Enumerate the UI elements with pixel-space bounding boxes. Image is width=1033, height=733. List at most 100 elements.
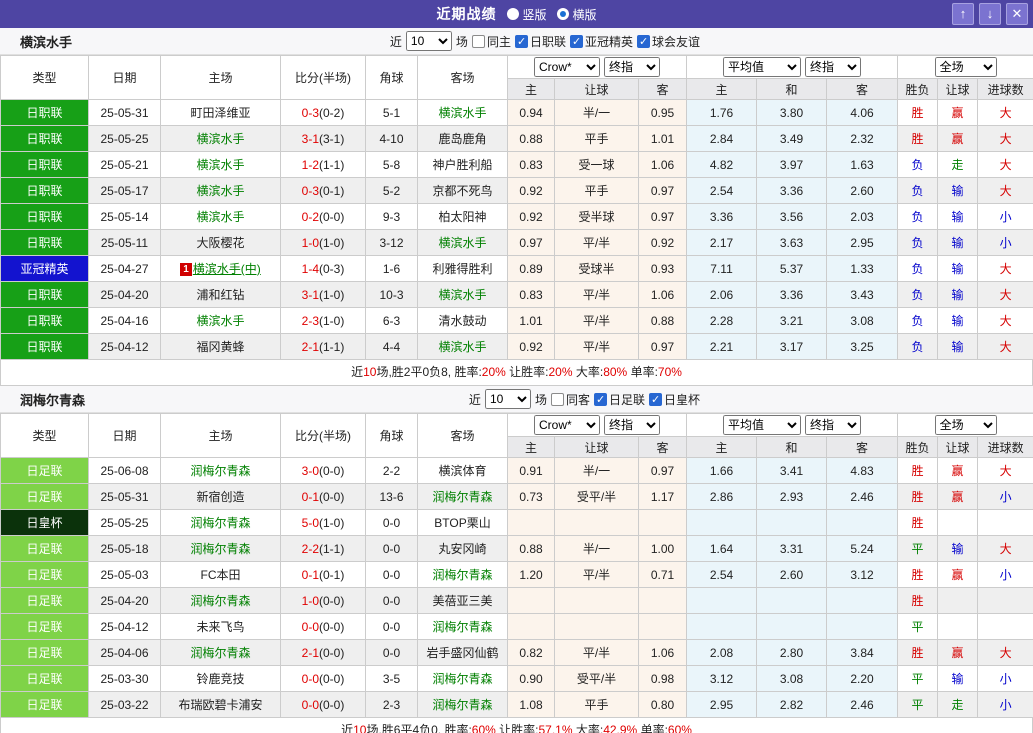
- corners-cell: 5-8: [365, 151, 418, 178]
- layout-radio-horizontal[interactable]: 横版: [556, 6, 597, 23]
- halftime-score: (1-1): [319, 541, 345, 556]
- filter-checkbox[interactable]: 日职联: [514, 33, 566, 50]
- away-team-cell: 美蓓亚三美: [417, 587, 508, 614]
- result-handicap: 输: [937, 255, 979, 282]
- date-cell: 25-05-25: [88, 509, 161, 536]
- final-odds-select[interactable]: 终指: [604, 415, 661, 435]
- result-outcome: 胜: [897, 483, 939, 510]
- away-team-cell: 横滨水手: [417, 99, 508, 126]
- odds-handicap: 半/一: [554, 535, 639, 562]
- result-goals: 小: [977, 665, 1033, 692]
- result-goals: [977, 587, 1033, 614]
- halftime-score: (0-0): [319, 645, 345, 660]
- avg-draw: 3.08: [756, 665, 828, 692]
- avg-draw: 5.37: [756, 255, 828, 282]
- avg-away: 1.63: [826, 151, 899, 178]
- filter-checkbox[interactable]: 亚冠精英: [569, 33, 633, 50]
- odds-home: 0.97: [507, 229, 555, 256]
- odds-home: 1.01: [507, 307, 555, 334]
- score-cell: 0-2(0-0): [280, 203, 366, 230]
- avg-draw: 3.17: [756, 333, 828, 360]
- average-select[interactable]: 平均值: [723, 57, 802, 77]
- league-type-cell: 日职联: [0, 203, 89, 230]
- score-cell: 0-0(0-0): [280, 613, 366, 640]
- summary-segment: 近: [341, 723, 354, 733]
- column-header: 角球: [365, 55, 418, 100]
- summary-segment: 60%: [471, 723, 496, 733]
- move-up-button[interactable]: ↑: [952, 3, 974, 25]
- team-label: 岩手盛冈仙鹤: [426, 646, 499, 660]
- odds-home: 0.88: [507, 125, 555, 152]
- filter-checkbox[interactable]: 同客: [550, 391, 590, 408]
- match-row: 日职联 25-05-11 大阪樱花 1-0(1-0) 3-12 横滨水手 0.97 平/半 0.…: [0, 229, 1033, 256]
- match-row: 日职联 25-05-21 横滨水手 1-2(1-1) 5-8 神户胜利船 0.83 受一球 1.…: [0, 151, 1033, 178]
- match-row: 日皇杯 25-05-25 润梅尔青森 5-0(1-0) 0-0 BTOP栗山胜: [0, 509, 1033, 536]
- checkbox-checked-icon: [648, 392, 662, 406]
- odds-source-select[interactable]: Crow*: [534, 57, 601, 77]
- result-outcome: 平: [897, 535, 939, 562]
- filter-checkbox[interactable]: 同主: [471, 33, 511, 50]
- date-cell: 25-03-30: [88, 665, 161, 692]
- avg-away: 4.06: [826, 99, 899, 126]
- away-team-cell: 横滨体育: [417, 457, 508, 484]
- filter-checkbox[interactable]: 日皇杯: [648, 391, 700, 408]
- team-label: 布瑞欧碧卡浦安: [178, 698, 263, 712]
- avg-home: [686, 509, 758, 536]
- match-count-select[interactable]: 10: [484, 389, 531, 409]
- halftime-score: (0-2): [319, 105, 345, 120]
- fulltime-score: 1-0: [301, 593, 319, 608]
- odds-handicap: [554, 613, 639, 640]
- match-count-select[interactable]: 10: [405, 31, 452, 51]
- summary-segment: 单率:: [637, 723, 668, 733]
- avg-away: 3.25: [826, 333, 899, 360]
- scope-select[interactable]: 全场: [934, 415, 997, 435]
- score-cell: 1-0(0-0): [280, 587, 366, 614]
- league-type-cell: 日足联: [0, 691, 89, 718]
- match-row: 日足联 25-05-31 新宿创造 0-1(0-0) 13-6 润梅尔青森 0.73 受平/半…: [0, 483, 1033, 510]
- avg-draw: [756, 613, 828, 640]
- team-label: 町田泽维亚: [190, 106, 251, 120]
- match-row: 日职联 25-04-12 福冈黄蜂 2-1(1-1) 4-4 横滨水手 0.92 平/半 0.9…: [0, 333, 1033, 360]
- result-outcome: 负: [897, 281, 939, 308]
- halftime-score: (1-0): [319, 313, 345, 328]
- column-header: 角球: [365, 413, 418, 458]
- odds-source-select[interactable]: Crow*: [534, 415, 601, 435]
- avg-away: 1.33: [826, 255, 899, 282]
- filter-checkbox[interactable]: 日足联: [593, 391, 645, 408]
- close-icon: ✕: [1011, 6, 1023, 21]
- corners-cell: 0-0: [365, 561, 418, 588]
- final-odds-select-2[interactable]: 终指: [805, 415, 862, 435]
- result-outcome: 胜: [897, 125, 939, 152]
- result-handicap: 赢: [937, 99, 979, 126]
- corners-cell: 2-3: [365, 691, 418, 718]
- avg-draw: 2.93: [756, 483, 828, 510]
- date-cell: 25-04-20: [88, 587, 161, 614]
- team-filter-row: 横滨水手 近10场 同主 日职联 亚冠精英 球会友谊: [0, 28, 1033, 55]
- scope-select[interactable]: 全场: [934, 57, 997, 77]
- home-team-cell: 润梅尔青森: [160, 457, 281, 484]
- summary-segment: 让胜率:: [495, 723, 539, 733]
- home-team-cell: FC本田: [160, 561, 281, 588]
- league-type-cell: 亚冠精英: [0, 255, 89, 282]
- team-label: 润梅尔青森: [432, 490, 493, 504]
- move-down-button[interactable]: ↓: [979, 3, 1001, 25]
- sub-column-header: 客: [826, 436, 899, 458]
- checkbox-checked-icon: [514, 34, 528, 48]
- final-odds-select[interactable]: 终指: [604, 57, 661, 77]
- home-team-cell: 润梅尔青森: [160, 587, 281, 614]
- average-select[interactable]: 平均值: [723, 415, 802, 435]
- close-button[interactable]: ✕: [1006, 3, 1028, 25]
- corners-cell: 3-12: [365, 229, 418, 256]
- fulltime-score: 0-0: [301, 671, 319, 686]
- filter-checkbox[interactable]: 球会友谊: [636, 33, 700, 50]
- team-label[interactable]: 横滨水手(中): [193, 262, 261, 276]
- result-outcome: 胜: [897, 509, 939, 536]
- arrow-down-icon: ↓: [986, 6, 994, 21]
- layout-radio-vertical[interactable]: 竖版: [506, 6, 547, 23]
- odds-home: 0.90: [507, 665, 555, 692]
- result-handicap: 输: [937, 177, 979, 204]
- summary-row: 近10场,胜2平0负8, 胜率:20% 让胜率:20% 大率:80% 单率:70…: [0, 360, 1033, 386]
- home-team-cell: 新宿创造: [160, 483, 281, 510]
- final-odds-select-2[interactable]: 终指: [805, 57, 862, 77]
- date-cell: 25-05-11: [88, 229, 161, 256]
